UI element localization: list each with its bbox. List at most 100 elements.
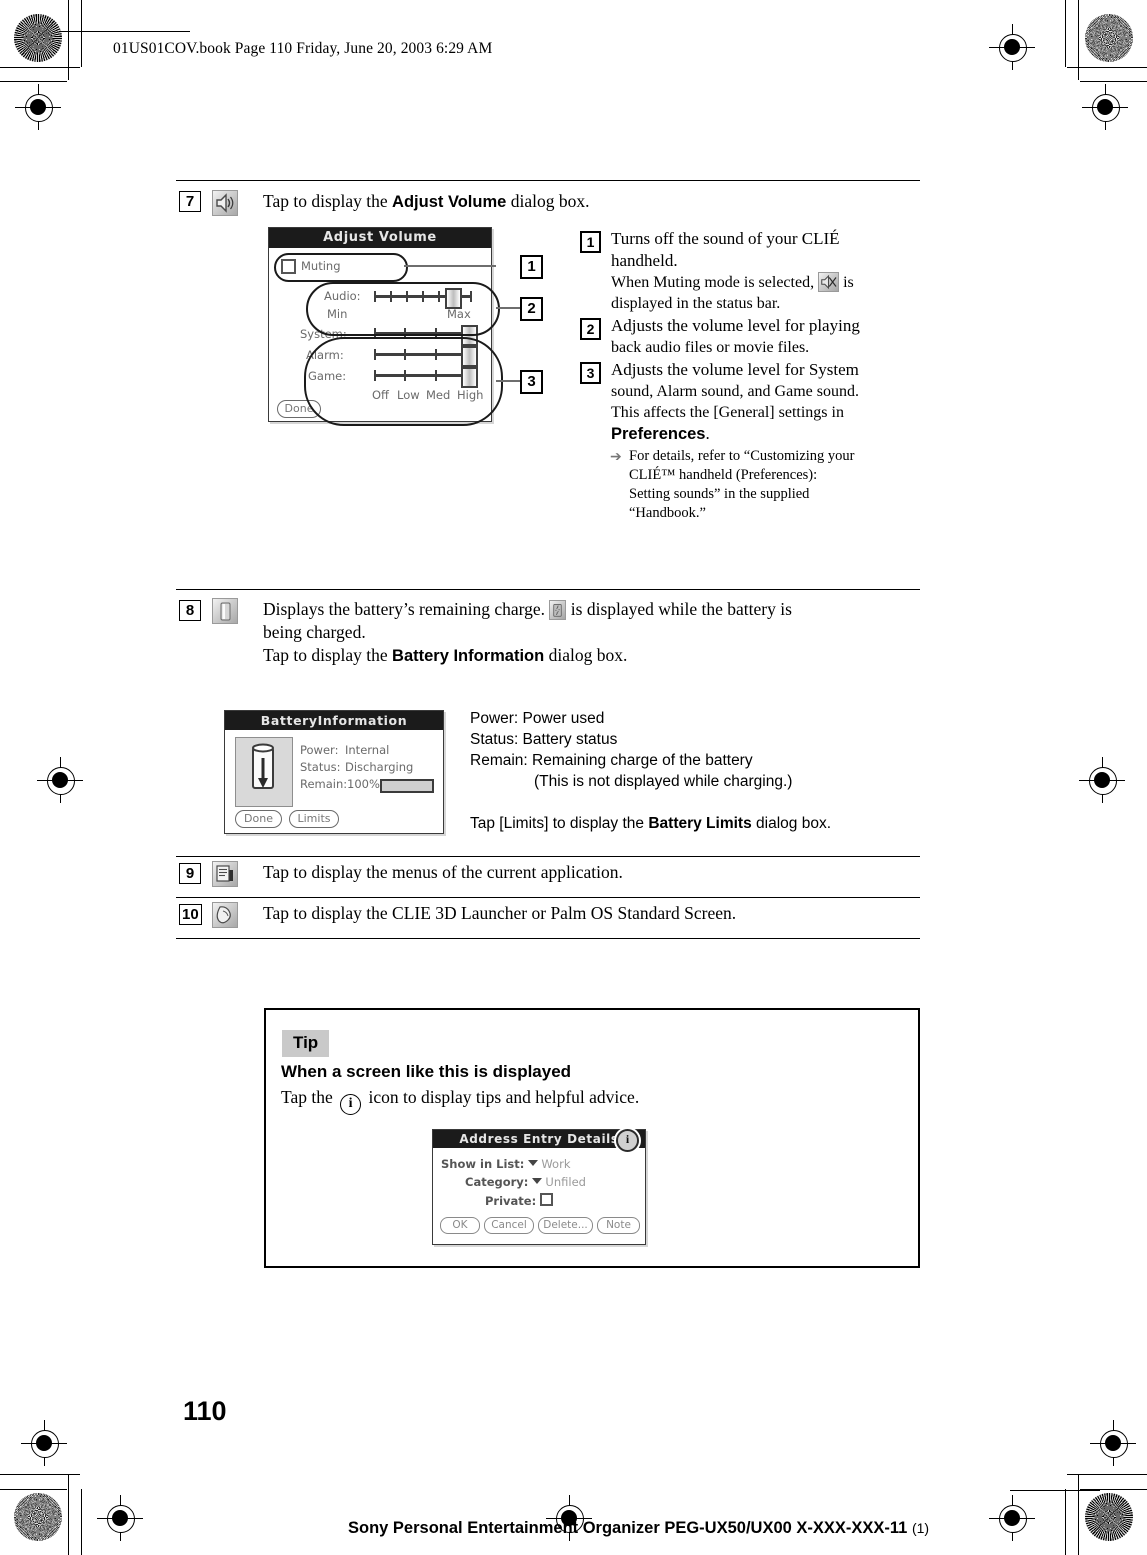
address-delete-button[interactable]: Delete... bbox=[538, 1217, 593, 1234]
battery-legend: Power: Power used Status: Battery status… bbox=[470, 708, 990, 834]
section-9-label: Tap to display the menus of the current … bbox=[263, 862, 623, 882]
callout-leader-2 bbox=[496, 307, 520, 309]
explanation-3-line-2: sound, Alarm sound, and Game sound. bbox=[611, 383, 859, 400]
volume-explanation-1: 1 Turns off the sound of your CLIÉ handh… bbox=[580, 228, 920, 314]
address-dialog-title: Address Entry Details bbox=[433, 1130, 645, 1148]
category-value[interactable]: Unfiled bbox=[545, 1175, 586, 1189]
battery-legend-line-5: Tap [Limits] to display the Battery Limi… bbox=[470, 813, 990, 834]
section-number-10: 10 bbox=[179, 904, 202, 925]
battery-done-button[interactable]: Done bbox=[235, 810, 282, 828]
explanation-2-line-1: Adjusts the volume level for playing bbox=[611, 316, 860, 335]
tip-paragraph: Tap the i icon to display tips and helpf… bbox=[281, 1087, 639, 1115]
callout-oval-muting bbox=[274, 253, 408, 282]
section-8-text: Displays the battery’s remaining charge.… bbox=[263, 598, 913, 668]
section-number-7: 7 bbox=[179, 191, 201, 212]
private-checkbox[interactable] bbox=[540, 1193, 554, 1206]
battery-power-value: Internal bbox=[345, 743, 390, 757]
charging-battery-icon bbox=[549, 600, 567, 620]
explanation-1-line-1: Turns off the sound of your CLIÉ bbox=[611, 229, 840, 248]
callout-oval-system-group bbox=[304, 337, 503, 426]
section-number-8: 8 bbox=[179, 600, 201, 621]
explanation-2-line-2: back audio files or movie files. bbox=[611, 339, 810, 356]
section-7-text-after: dialog box. bbox=[506, 191, 590, 211]
battery-limits-button[interactable]: Limits bbox=[289, 810, 339, 828]
volume-explanation-3-note: ➔ For details, refer to “Customizing you… bbox=[610, 447, 920, 523]
section-7-text-bold: Adjust Volume bbox=[392, 193, 507, 211]
tip-heading: When a screen like this is displayed bbox=[281, 1062, 572, 1081]
section-rule-top bbox=[176, 180, 920, 181]
address-note-button[interactable]: Note bbox=[597, 1217, 640, 1234]
note-line-1: For details, refer to “Customizing your bbox=[629, 448, 855, 464]
battery-dialog-title: BatteryInformation bbox=[225, 711, 443, 730]
section-8-line-1b: is displayed while the battery is bbox=[566, 599, 792, 619]
battery-legend-line-4: (This is not displayed while charging.) bbox=[534, 773, 793, 790]
callout-leader-3 bbox=[496, 380, 520, 382]
section-8-line-1: Displays the battery’s remaining charge.… bbox=[263, 598, 913, 621]
category-row: Category: Unfiled bbox=[465, 1175, 586, 1189]
section-8-line-3: Tap to display the Battery Information d… bbox=[263, 644, 913, 668]
muted-speaker-icon bbox=[818, 272, 840, 292]
callout-leader-1 bbox=[404, 265, 496, 267]
footer-rule-right bbox=[1010, 1490, 1100, 1491]
show-in-list-value[interactable]: Work bbox=[541, 1157, 570, 1171]
section-7-header: 7 Tap to display the Adjust Volume dialo… bbox=[176, 190, 920, 220]
explanation-1-line-3b: is bbox=[839, 274, 854, 291]
chevron-down-icon[interactable] bbox=[532, 1178, 543, 1184]
explanation-3-line-1: Adjusts the volume level for System bbox=[611, 360, 859, 379]
info-icon: i bbox=[340, 1094, 362, 1115]
battery-icon[interactable] bbox=[212, 598, 238, 624]
explanation-number-1: 1 bbox=[580, 231, 601, 253]
volume-explanation-2: 2 Adjusts the volume level for playing b… bbox=[580, 315, 920, 358]
address-ok-button[interactable]: OK bbox=[440, 1217, 480, 1234]
section-8-line-1a: Displays the battery’s remaining charge. bbox=[263, 599, 550, 619]
battery-remain-gauge bbox=[380, 779, 434, 793]
explanation-1-line-2: handheld. bbox=[611, 251, 678, 270]
callout-2: 2 bbox=[520, 297, 543, 321]
section-7-label: Tap to display the Adjust Volume dialog … bbox=[263, 190, 589, 214]
tip-box: Tip When a screen like this is displayed… bbox=[264, 1008, 920, 1268]
section-rule-8-9 bbox=[176, 856, 920, 857]
note-line-4: “Handbook.” bbox=[629, 505, 706, 521]
section-8-line-3a: Tap to display the bbox=[263, 645, 393, 665]
address-cancel-button[interactable]: Cancel bbox=[484, 1217, 534, 1234]
private-row: Private: bbox=[485, 1193, 554, 1208]
menu-icon[interactable] bbox=[212, 861, 238, 887]
address-entry-details-dialog-screenshot: Address Entry Details i Show in List: Wo… bbox=[432, 1129, 646, 1245]
chevron-down-icon[interactable] bbox=[528, 1160, 539, 1166]
battery-legend-line-5a: Tap [Limits] to display the bbox=[470, 815, 649, 832]
section-7: 7 Tap to display the Adjust Volume dialo… bbox=[176, 190, 920, 590]
private-label: Private: bbox=[485, 1194, 537, 1208]
explanation-1-line-4: displayed in the status bar. bbox=[611, 295, 781, 312]
tip-text-after: icon to display tips and helpful advice. bbox=[364, 1087, 640, 1107]
battery-remain-value: 100% bbox=[347, 777, 380, 791]
callout-1: 1 bbox=[520, 255, 543, 279]
explanation-number-3: 3 bbox=[580, 362, 601, 384]
home-launcher-icon[interactable] bbox=[212, 902, 238, 928]
explanation-1-line-3: When Muting mode is selected, is bbox=[611, 272, 920, 293]
callout-oval-audio bbox=[306, 282, 500, 336]
category-label: Category: bbox=[465, 1175, 529, 1189]
section-10: 10 Tap to display the CLIE 3D Launcher o… bbox=[176, 901, 920, 941]
battery-power-label: Power: bbox=[300, 743, 339, 757]
arrow-right-icon: ➔ bbox=[610, 450, 622, 465]
battery-status-label: Status: bbox=[300, 760, 341, 774]
section-8: 8 Displays the battery’s remaining charg… bbox=[176, 598, 920, 853]
note-line-2: CLIÉ™ handheld (Preferences): bbox=[629, 467, 818, 483]
tip-text-before: Tap the bbox=[281, 1087, 338, 1107]
show-in-list-row: Show in List: Work bbox=[441, 1157, 570, 1171]
footer-revision: (1) bbox=[911, 1520, 930, 1536]
dialog-info-icon[interactable]: i bbox=[616, 1129, 639, 1152]
callout-3: 3 bbox=[520, 370, 543, 394]
section-9: 9 Tap to display the menus of the curren… bbox=[176, 860, 920, 900]
footer-main-text: Sony Personal Entertainment Organizer PE… bbox=[348, 1519, 908, 1537]
battery-information-dialog-screenshot: BatteryInformation Power: Internal Statu… bbox=[224, 710, 444, 834]
explanation-3-line-4-after: . bbox=[705, 424, 710, 443]
speaker-icon[interactable] bbox=[212, 190, 238, 216]
volume-dialog-title: Adjust Volume bbox=[269, 228, 491, 248]
note-line-3: Setting sounds” in the supplied bbox=[629, 486, 810, 502]
volume-explanations: 1 Turns off the sound of your CLIÉ handh… bbox=[580, 228, 920, 524]
explanation-1-line-3a: When Muting mode is selected, bbox=[611, 274, 819, 291]
preferences-bold: Preferences bbox=[611, 425, 706, 443]
battery-limits-bold: Battery Limits bbox=[648, 815, 752, 832]
volume-explanation-3: 3 Adjusts the volume level for System so… bbox=[580, 359, 920, 523]
